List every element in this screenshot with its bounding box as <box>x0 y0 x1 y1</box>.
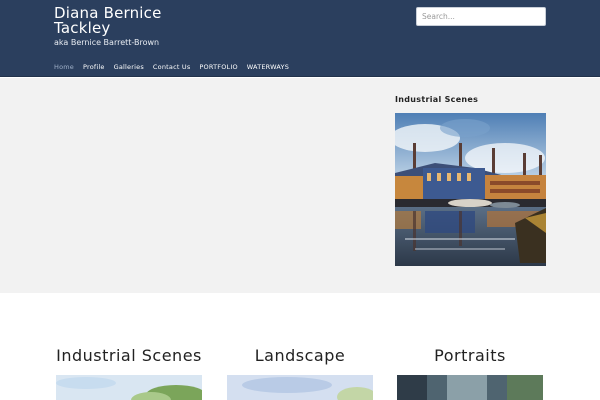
site-title-line2[interactable]: Tackley <box>54 21 204 36</box>
sidebar-widget-title: Industrial Scenes <box>395 95 479 104</box>
site-title[interactable]: Diana Bernice Tackley <box>54 6 204 36</box>
nav-home[interactable]: Home <box>54 63 74 72</box>
gallery-title-industrial-scenes[interactable]: Industrial Scenes <box>44 346 214 365</box>
landscape-thumb-image <box>227 375 373 400</box>
gallery-title-landscape[interactable]: Landscape <box>215 346 385 365</box>
gallery-thumb-landscape[interactable] <box>227 375 373 400</box>
industrial-scenes-thumb-image <box>56 375 202 400</box>
nav-waterways[interactable]: WATERWAYS <box>247 63 289 72</box>
gallery-thumb-portraits[interactable] <box>397 375 543 400</box>
nav-galleries[interactable]: Galleries <box>114 63 144 72</box>
industrial-scene-painting-image <box>395 113 546 266</box>
site-tagline: aka Bernice Barrett-Brown <box>54 38 160 47</box>
gallery-title-portraits[interactable]: Portraits <box>385 346 555 365</box>
site-header: Diana Bernice Tackley aka Bernice Barret… <box>0 0 600 77</box>
main-nav: Home Profile Galleries Contact Us PORTFO… <box>54 63 298 72</box>
gallery-thumb-industrial-scenes[interactable] <box>56 375 202 400</box>
portraits-thumb-image <box>397 375 543 400</box>
industrial-scene-painting[interactable] <box>395 113 546 266</box>
nav-contact-us[interactable]: Contact Us <box>153 63 191 72</box>
nav-portfolio[interactable]: PORTFOLIO <box>199 63 237 72</box>
search-input[interactable] <box>416 7 546 26</box>
nav-profile[interactable]: Profile <box>83 63 105 72</box>
